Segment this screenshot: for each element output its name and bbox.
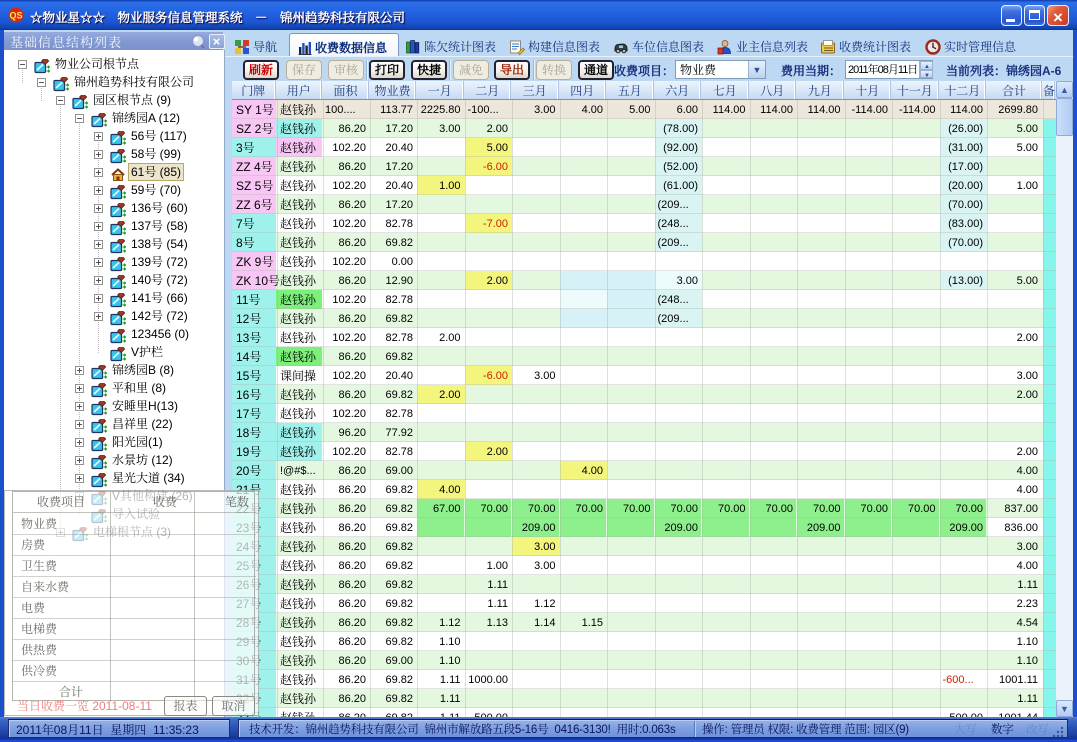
svg-text:QS: QS bbox=[9, 11, 22, 21]
